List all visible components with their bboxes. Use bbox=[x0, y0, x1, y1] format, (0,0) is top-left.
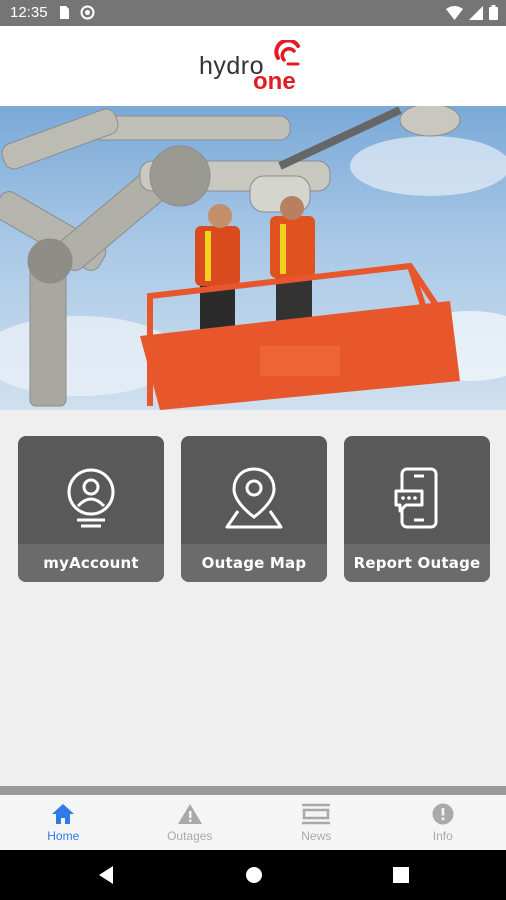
warning-icon bbox=[177, 804, 202, 824]
data-saver-icon bbox=[80, 5, 95, 20]
home-circle-icon[interactable] bbox=[245, 865, 263, 885]
tile-label-bar: Outage Map bbox=[181, 544, 327, 582]
hydro-one-logo: hydro one bbox=[196, 40, 308, 95]
battery-icon bbox=[489, 5, 498, 20]
home-icon bbox=[52, 804, 75, 824]
lineworkers-illustration bbox=[0, 106, 506, 410]
phone-chat-icon bbox=[394, 467, 438, 529]
sim-card-icon bbox=[60, 6, 69, 19]
app-header: hydro one bbox=[0, 26, 506, 106]
map-pin-icon bbox=[225, 467, 283, 529]
nav-info[interactable]: Info bbox=[380, 795, 506, 850]
bottom-navigation: Home Outages News Info bbox=[0, 795, 506, 850]
tile-label-bar: Report Outage bbox=[344, 544, 490, 582]
nav-news[interactable]: News bbox=[253, 795, 380, 850]
logo-arc-mark-icon bbox=[274, 40, 300, 66]
hero-image bbox=[0, 106, 506, 410]
account-icon bbox=[67, 468, 115, 528]
system-navigation-bar bbox=[0, 850, 506, 900]
nav-home[interactable]: Home bbox=[0, 795, 127, 850]
nav-info-label: Info bbox=[432, 829, 453, 843]
report-outage-tile[interactable]: Report Outage bbox=[344, 436, 490, 582]
recents-icon[interactable] bbox=[392, 865, 410, 885]
back-icon[interactable] bbox=[97, 865, 115, 885]
signal-icon bbox=[469, 5, 483, 20]
tile-icon-area bbox=[181, 450, 327, 546]
nav-home-label: Home bbox=[47, 829, 80, 843]
status-time: 12:35 bbox=[10, 4, 48, 21]
nav-news-label: News bbox=[301, 829, 332, 843]
logo-word-one: one bbox=[253, 68, 296, 95]
nav-outages[interactable]: Outages bbox=[127, 795, 254, 850]
tile-label-bar: myAccount bbox=[18, 544, 164, 582]
tile-icon-area bbox=[18, 450, 164, 546]
my-account-label: myAccount bbox=[43, 554, 139, 572]
my-account-tile[interactable]: myAccount bbox=[18, 436, 164, 582]
status-bar: 12:35 bbox=[0, 0, 506, 26]
news-icon bbox=[302, 803, 331, 825]
outage-map-tile[interactable]: Outage Map bbox=[181, 436, 327, 582]
info-icon bbox=[432, 803, 454, 825]
tile-icon-area bbox=[344, 450, 490, 546]
nav-outages-label: Outages bbox=[167, 829, 213, 843]
wifi-icon bbox=[446, 5, 463, 20]
report-outage-label: Report Outage bbox=[353, 554, 481, 572]
bottom-nav-divider bbox=[0, 786, 506, 795]
outage-map-label: Outage Map bbox=[201, 554, 307, 572]
action-tiles: myAccount Outage Map Report Outage bbox=[18, 436, 490, 582]
